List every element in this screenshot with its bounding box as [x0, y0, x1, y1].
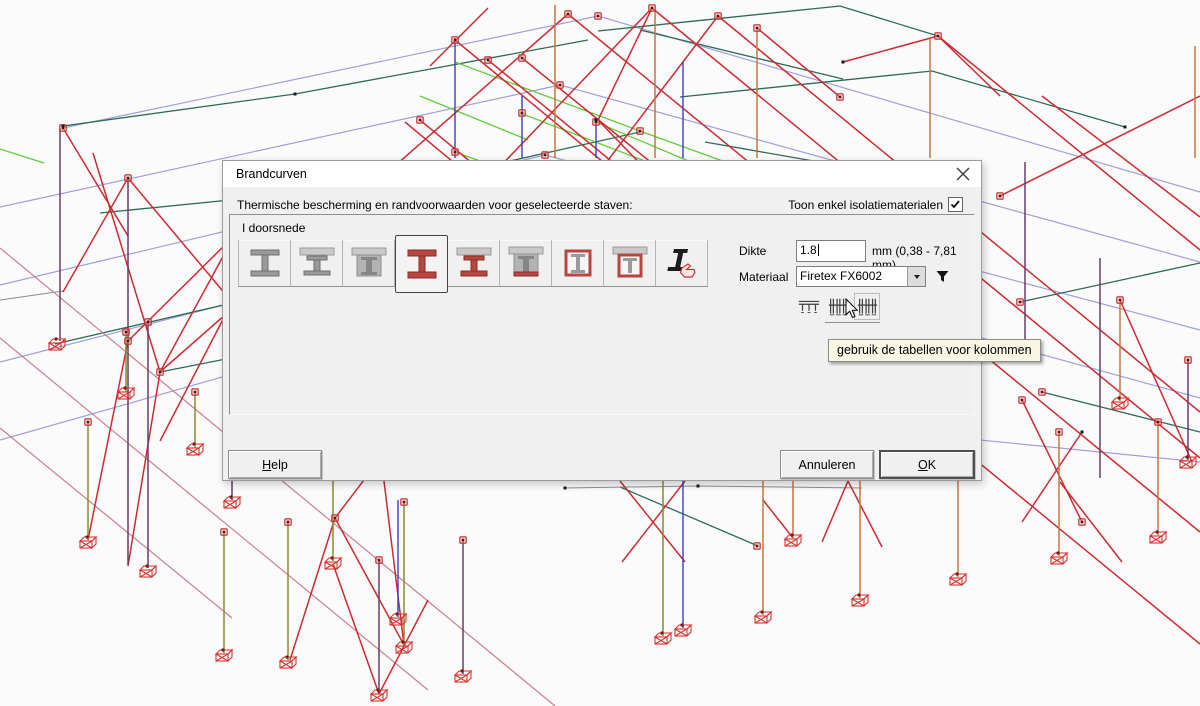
section-button-box-fire[interactable] [552, 240, 604, 287]
i-beam-encased-slab-icon [349, 245, 389, 281]
section-button-slab[interactable] [291, 240, 343, 287]
i-beam-plain-icon [245, 245, 285, 281]
section-button-contour-fire-slab[interactable] [448, 240, 500, 287]
section-button-plain[interactable] [238, 240, 291, 287]
table-mode-buttons [796, 293, 883, 320]
materiaal-dropdown[interactable]: Firetex FX6002 [796, 266, 926, 287]
help-button[interactable]: Help [228, 450, 322, 479]
i-beam-box-fire-slab-icon [610, 245, 650, 281]
beams-table-icon [797, 295, 821, 319]
mouse-cursor-icon [845, 298, 860, 319]
chevron-down-icon [914, 275, 920, 282]
i-beam-custom-icon [662, 245, 702, 281]
close-icon[interactable] [955, 167, 971, 182]
tooltip: gebruik de tabellen voor kolommen [828, 339, 1041, 362]
section-panel: I doorsnede [229, 214, 975, 415]
dikte-input[interactable]: 1.8 [796, 240, 866, 262]
group-title: I doorsnede [242, 221, 305, 235]
application-viewport: Brandcurven Thermische bescherming en ra… [0, 0, 1200, 706]
ok-button[interactable]: OK [879, 450, 975, 479]
protection-type-toolbar [238, 240, 708, 293]
selection-description-label: Thermische bescherming en randvoorwaarde… [237, 198, 633, 212]
i-beam-slab-icon [297, 245, 337, 281]
cancel-button[interactable]: Annuleren [780, 450, 874, 479]
filter-icon[interactable] [935, 269, 950, 284]
check-icon [949, 198, 962, 211]
dialog-titlebar[interactable]: Brandcurven [223, 161, 981, 187]
insulation-only-checkbox[interactable] [948, 197, 963, 212]
section-button-contour-fire[interactable] [395, 235, 448, 293]
i-beam-contour-fire-slab-icon [454, 245, 494, 281]
section-button-custom[interactable] [656, 240, 708, 287]
insulation-only-label: Toon enkel isolatiematerialen [788, 198, 943, 212]
text-caret [818, 244, 819, 256]
dialog-title: Brandcurven [236, 167, 307, 181]
materiaal-value: Firetex FX6002 [797, 267, 907, 286]
section-button-encased-fire-slab[interactable] [500, 240, 552, 287]
dropdown-button[interactable] [907, 267, 925, 286]
i-beam-contour-fire-icon [402, 246, 442, 282]
table-buttons-underline [825, 322, 880, 323]
materiaal-label: Materiaal [739, 270, 788, 284]
brandcurven-dialog: Brandcurven Thermische bescherming en ra… [222, 160, 982, 481]
i-beam-encased-fire-slab-icon [506, 245, 546, 281]
dikte-label: Dikte [739, 244, 766, 258]
section-button-box-fire-slab[interactable] [604, 240, 656, 287]
section-button-encased[interactable] [343, 240, 395, 287]
i-beam-box-fire-icon [558, 245, 598, 281]
dikte-value: 1.8 [800, 243, 817, 257]
beams-table-button[interactable] [796, 293, 822, 320]
